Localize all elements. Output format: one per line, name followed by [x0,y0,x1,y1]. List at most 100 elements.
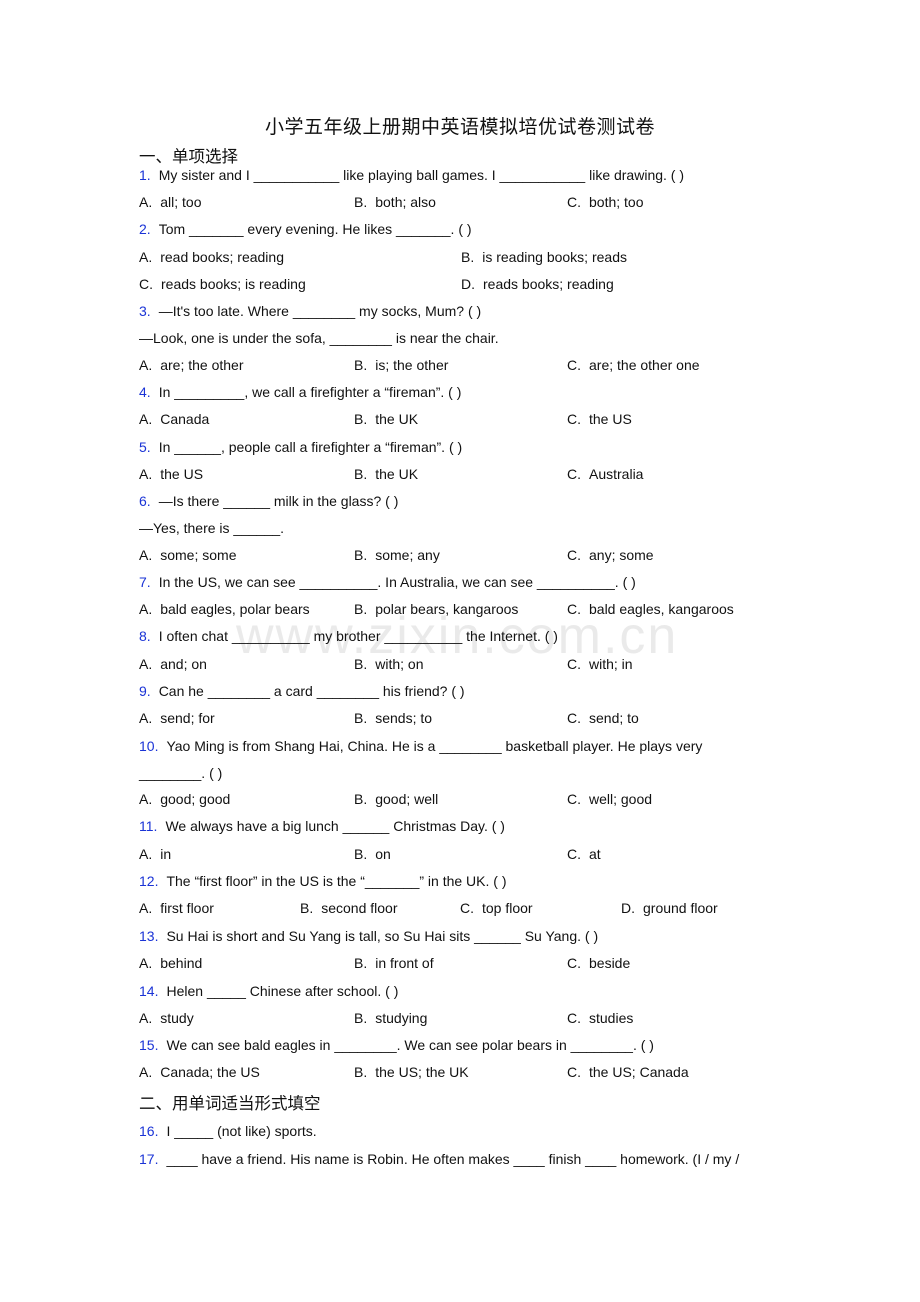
option-text: studying [375,1010,428,1026]
answer-option: B. is; the other [354,356,448,374]
question-number: 6. [139,493,151,509]
answer-option: A. study [139,1009,194,1027]
option-text: study [160,1010,194,1026]
option-label: A. [139,1064,153,1080]
option-label: C. [567,846,581,862]
option-text: the UK [375,466,419,482]
answer-option: B. the UK [354,410,418,428]
question-text: —Is there ______ milk in the glass? ( ) [158,493,399,509]
answer-option: B. studying [354,1009,427,1027]
question-text: ________. ( ) [139,765,223,781]
option-label: B. [461,249,475,265]
question-number: 14. [139,983,159,999]
option-text: both; too [589,194,644,210]
option-text: is reading books; reads [482,249,627,265]
question-number: 5. [139,439,151,455]
option-text: in front of [375,955,434,971]
question-text: —It's too late. Where ________ my socks,… [158,303,482,319]
option-text: bald eagles, kangaroos [589,601,734,617]
option-label: B. [354,601,368,617]
option-text: well; good [589,791,653,807]
option-label: A. [139,791,153,807]
question-stem: 5. In ______, people call a firefighter a… [139,438,462,456]
option-text: some; some [160,547,237,563]
question-number: 17. [139,1151,159,1167]
question-number: 10. [139,738,159,754]
question-line: —Look, one is under the sofa, ________ i… [139,329,499,347]
exam-page: www.zixin.com.cn 小学五年级上册期中英语模拟培优试卷测试卷 一、… [0,0,920,1302]
answer-option: B. some; any [354,546,440,564]
question-text: In _________, we call a firefighter a “f… [158,384,462,400]
option-label: D. [461,276,475,292]
answer-option: B. the UK [354,465,418,483]
answer-option: B. the US; the UK [354,1063,469,1081]
option-label: B. [300,900,314,916]
option-label: A. [139,194,153,210]
question-text: Can he ________ a card ________ his frie… [158,683,465,699]
option-label: B. [354,1064,368,1080]
option-label: A. [139,601,153,617]
question-stem: 17. ____ have a friend. His name is Robin… [139,1150,739,1168]
question-stem: 3. —It's too late. Where ________ my sock… [139,302,481,320]
option-text: top floor [482,900,533,916]
option-text: in [160,846,172,862]
question-text: Yao Ming is from Shang Hai, China. He is… [166,738,703,754]
option-label: B. [354,791,368,807]
option-text: studies [589,1010,634,1026]
option-text: bald eagles, polar bears [160,601,310,617]
option-label: A. [139,357,153,373]
option-label: A. [139,710,153,726]
option-text: beside [589,955,631,971]
answer-option: A. in [139,845,171,863]
answer-option: A. good; good [139,790,230,808]
option-text: the UK [375,411,419,427]
question-number: 16. [139,1123,159,1139]
option-label: B. [354,411,368,427]
option-text: at [589,846,601,862]
question-stem: 10. Yao Ming is from Shang Hai, China. He… [139,737,702,755]
option-label: B. [354,194,368,210]
question-number: 3. [139,303,151,319]
answer-option: A. are; the other [139,356,244,374]
option-text: and; on [160,656,207,672]
option-label: B. [354,466,368,482]
option-text: send; to [589,710,639,726]
question-stem: 15. We can see bald eagles in ________. W… [139,1036,654,1054]
option-label: A. [139,955,153,971]
option-text: behind [160,955,203,971]
answer-option: D. reads books; reading [461,275,614,293]
answer-option: D. ground floor [621,899,718,917]
option-label: C. [567,601,581,617]
option-text: ground floor [643,900,718,916]
question-text: The “first floor” in the US is the “____… [166,873,507,889]
option-label: C. [567,955,581,971]
answer-option: C. bald eagles, kangaroos [567,600,734,618]
option-label: A. [139,900,153,916]
question-number: 13. [139,928,159,944]
option-text: both; also [375,194,436,210]
question-text: —Look, one is under the sofa, ________ i… [139,330,499,346]
answer-option: A. first floor [139,899,214,917]
question-text: We always have a big lunch ______ Christ… [165,818,505,834]
question-text: —Yes, there is ______. [139,520,285,536]
option-text: Canada [160,411,210,427]
answer-option: B. with; on [354,655,423,673]
answer-option: C. the US [567,410,632,428]
option-text: any; some [589,547,654,563]
option-label: A. [139,249,153,265]
answer-option: B. on [354,845,391,863]
option-label: C. [567,466,581,482]
question-stem: 1. My sister and I ___________ like playi… [139,166,684,184]
option-label: C. [567,656,581,672]
answer-option: A. and; on [139,655,207,673]
answer-option: C. beside [567,954,630,972]
option-text: the US; Canada [589,1064,689,1080]
option-text: send; for [160,710,215,726]
option-text: the US [589,411,632,427]
question-number: 8. [139,628,151,644]
option-text: good; well [375,791,439,807]
question-stem: 16. I _____ (not like) sports. [139,1122,317,1140]
option-label: A. [139,656,153,672]
option-label: A. [139,1010,153,1026]
option-label: B. [354,846,368,862]
